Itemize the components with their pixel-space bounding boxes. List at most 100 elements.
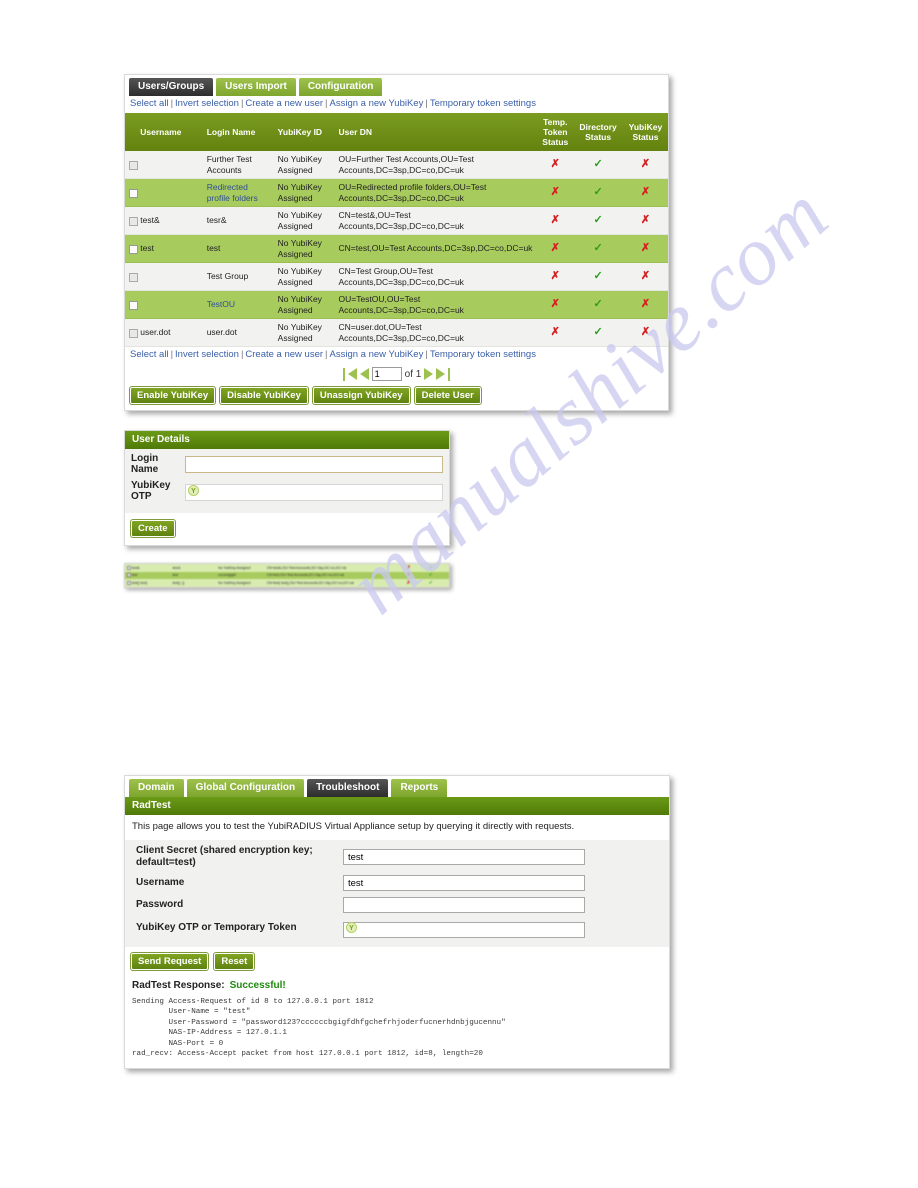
row-checkbox-cell[interactable] [125,262,138,291]
link-create-new-user-bottom[interactable]: Create a new user [245,349,323,360]
delete-user-button[interactable]: Delete User [414,387,481,404]
cross-icon: ✗ [640,326,651,339]
check-icon: ✓ [428,579,433,586]
cross-icon: ✗ [640,186,651,199]
disable-yubikey-button[interactable]: Disable YubiKey [220,387,308,404]
col-username[interactable]: Username [136,113,203,151]
check-icon: ✓ [593,326,603,339]
create-button-row: Create [125,513,449,545]
row-checkbox-cell[interactable]: test() test) [125,579,171,587]
cross-icon: ✗ [550,326,560,339]
first-page-icon[interactable] [347,368,357,380]
link-temporary-token-settings-bottom[interactable]: Temporary token settings [430,349,536,360]
cell-user-dn: OU=TestOU,OU=Test Accounts,DC=3sp,DC=co,… [334,290,538,319]
col-login-name[interactable]: Login Name [202,113,274,151]
col-user-dn[interactable]: User DN [334,113,538,151]
cell-directory-status: ✓ [426,564,449,572]
row-checkbox-cell[interactable] [125,178,138,207]
login-name-input[interactable] [185,455,443,473]
cell-login-name: TestOU [202,290,274,319]
tab-reports[interactable]: Reports [391,779,448,797]
link-create-new-user-top[interactable]: Create a new user [245,98,323,109]
check-icon: ✓ [593,242,603,255]
col-temp-token-status[interactable]: Temp. Token Status [537,113,574,151]
row-checkbox[interactable] [127,580,131,585]
col-directory-status[interactable]: Directory Status [573,113,623,151]
row-checkbox-cell[interactable]: test& [125,564,171,572]
row-checkbox[interactable] [129,272,138,282]
row-checkbox[interactable] [129,160,138,170]
row-checkbox-cell[interactable] [125,290,138,319]
row-checkbox-cell[interactable] [125,234,138,263]
cell-user-dn: CN=test,OU=Test Accounts,DC=3sp,DC=co,DC… [334,234,538,263]
yubikey-otp-token-row: YubiKey OTP or Temporary Token Y [131,919,663,938]
row-checkbox[interactable] [129,244,138,254]
username-input[interactable] [343,875,585,891]
tab-troubleshoot[interactable]: Troubleshoot [307,779,389,797]
cross-icon: ✗ [640,270,651,283]
col-yubikey-id[interactable]: YubiKey ID [273,113,335,151]
row-checkbox-cell[interactable]: test [125,571,171,579]
cell-yubikey-status: ✗ [622,234,668,263]
cell-directory-status: ✓ [426,579,449,587]
tab-users-groups[interactable]: Users/Groups [129,78,214,96]
reset-button[interactable]: Reset [214,952,255,970]
cell-user-dn: CN=user.dot,OU=Test Accounts,DC=3sp,DC=c… [334,318,538,347]
cell-user-dn: OU=Further Test Accounts,OU=Test Account… [334,151,538,179]
send-request-button[interactable]: Send Request [131,952,209,970]
row-checkbox[interactable] [129,188,138,198]
create-button[interactable]: Create [131,520,175,537]
link-select-all-top[interactable]: Select all [130,98,169,109]
cell-yubikey-status: ✗ [622,262,668,291]
link-temporary-token-settings-top[interactable]: Temporary token settings [430,98,536,109]
yubikey-otp-row: YubiKey OTP Y [131,480,443,502]
row-checkbox[interactable] [129,300,138,310]
next-page-icon[interactable] [424,368,434,380]
link-assign-new-yubikey-top[interactable]: Assign a new YubiKey [330,98,424,109]
tab-domain[interactable]: Domain [129,779,184,797]
small-users-table: test& tesr& No YubiKey Assigned CN=test&,OU… [125,564,449,587]
list-item: test() test) test() ;() No YubiKey Assigne… [125,579,449,587]
link-select-all-bottom[interactable]: Select all [130,349,169,360]
prev-page-icon[interactable] [359,368,369,380]
link-assign-new-yubikey-bottom[interactable]: Assign a new YubiKey [330,349,424,360]
enable-yubikey-button[interactable]: Enable YubiKey [130,387,216,404]
row-checkbox-cell[interactable] [125,318,138,347]
tab-users-import[interactable]: Users Import [216,78,296,96]
client-secret-label: Client Secret (shared encryption key; de… [136,845,313,868]
yubikey-otp-token-input[interactable] [343,921,585,938]
radtest-response-label: RadTest Response: [132,979,225,991]
link-invert-selection-top[interactable]: Invert selection [175,98,239,109]
cell-directory-status: ✓ [573,318,623,347]
link-invert-selection-bottom[interactable]: Invert selection [175,349,239,360]
cell-yubikey-id: No YubiKey Assigned [273,318,335,347]
cell-directory-status: ✓ [573,262,623,291]
row-checkbox[interactable] [127,573,131,578]
unassign-yubikey-button[interactable]: Unassign YubiKey [312,387,410,404]
cell-temp-token-status: ✗ [537,318,574,347]
cell-username: user.dot [136,318,203,347]
radtest-response-status: Successful! [229,979,286,991]
row-checkbox[interactable] [127,565,131,570]
cell-yubikey-id: No YubiKey Assigned [273,151,335,179]
tab-global-configuration[interactable]: Global Configuration [186,779,305,797]
radtest-form: Client Secret (shared encryption key; de… [125,840,669,947]
col-yubikey-status[interactable]: YubiKey Status [622,113,668,151]
last-page-icon[interactable] [436,368,446,380]
pagination: of 1 [125,364,668,385]
cell-yubikey-status: ✗ [622,290,668,319]
row-checkbox-cell[interactable] [125,206,138,235]
small-users-table-panel: test& tesr& No YubiKey Assigned CN=test&,OU… [124,563,450,588]
password-input[interactable] [343,897,585,913]
radtest-panel: Domain Global Configuration Troubleshoot… [124,775,670,1069]
client-secret-input[interactable] [343,849,585,865]
row-checkbox[interactable] [129,216,138,226]
row-checkbox-cell[interactable] [125,151,138,179]
row-checkbox[interactable] [129,328,138,338]
cell-login-name: test [170,571,217,579]
check-icon: ✓ [593,298,603,311]
page-number-input[interactable] [371,367,402,381]
yubikey-otp-input[interactable] [185,483,443,501]
users-table-body: Further Test Accounts No YubiKey Assigned… [125,151,668,347]
tab-configuration[interactable]: Configuration [298,78,383,96]
